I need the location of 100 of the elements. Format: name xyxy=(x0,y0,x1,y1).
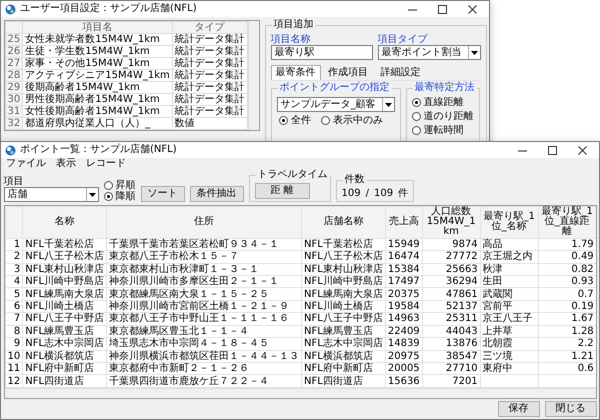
radio-label: 直線距離 xyxy=(424,97,464,108)
app-icon xyxy=(5,4,16,14)
radio-button[interactable] xyxy=(412,98,421,108)
menu-item[interactable]: レコード xyxy=(86,158,126,170)
item-name-cell: 女性後期高齢者15M4W_1km xyxy=(22,105,172,117)
name-field[interactable]: 最寄り駅 xyxy=(270,45,372,60)
toolbar-button[interactable]: ソート xyxy=(140,186,184,202)
table-cell: 1.79 xyxy=(538,238,596,251)
table-cell: NFL千葉若松店 xyxy=(22,238,107,251)
window-title: ユーザー項目設定：サンプル店舗(NFL) xyxy=(20,3,198,15)
table-cell: 52137 xyxy=(422,300,480,313)
maximize-icon[interactable] xyxy=(548,146,556,154)
column-header: 人口総数15M4W_1km xyxy=(422,206,480,238)
item-type-cell: 統計データ集計 xyxy=(172,105,248,117)
radio-button[interactable] xyxy=(321,116,330,125)
item-type-cell: 統計データ集計 xyxy=(172,69,248,81)
point-group-dropdown[interactable]: サンプルデータ_顧客 xyxy=(276,97,395,112)
footer-button[interactable]: 閉じる xyxy=(544,401,596,417)
table-cell: 38547 xyxy=(422,350,480,363)
column-header: 最寄り駅_1位_名称 xyxy=(480,206,538,238)
table-cell: 東京都練馬区豊玉北１－１－４ xyxy=(106,325,302,338)
row-number: 30 xyxy=(5,93,23,105)
scrollbar[interactable] xyxy=(248,20,259,130)
shown-count: 109 xyxy=(342,188,361,199)
row-number: 1 xyxy=(5,238,23,251)
table-cell: NFL練馬豊玉店 xyxy=(302,325,386,338)
close-icon[interactable] xyxy=(578,146,586,154)
row-number: 9 xyxy=(5,338,23,350)
item-name-cell: 女性未就学者数15M4W_1km xyxy=(22,33,172,45)
tab[interactable]: 詳細設定 xyxy=(376,65,426,80)
table-cell: NFL川崎中野島店 xyxy=(22,275,107,288)
table-cell: 22409 xyxy=(385,325,422,338)
item-name-cell: 後期高齢者15M4W_1km xyxy=(22,81,172,93)
caret-icon xyxy=(470,50,478,54)
radio-button[interactable] xyxy=(104,181,112,190)
table-cell: 埼玉県志木市中宗岡４－１８－４５ xyxy=(106,338,302,350)
table-cell: 0.82 xyxy=(538,263,596,276)
item-type-cell: 統計データ集計 xyxy=(172,33,248,45)
table-cell: 東京都府中市新町２－１－２６ xyxy=(106,362,302,375)
group-title: 最寄特定方法 xyxy=(412,82,477,94)
table-cell: NFL川崎中野島店 xyxy=(302,275,386,288)
table-cell: NFL八王子中野店 xyxy=(302,312,386,326)
table-cell: 27710 xyxy=(422,362,480,375)
radio-button[interactable] xyxy=(104,192,112,201)
table-cell: 20975 xyxy=(385,350,422,363)
toolbar-button[interactable]: 条件抽出 xyxy=(190,186,244,202)
maximize-icon[interactable] xyxy=(438,4,446,14)
table-cell: 宮前平 xyxy=(480,300,538,313)
radio-label: 道のり距離 xyxy=(424,111,474,122)
table-cell: 0.49 xyxy=(538,250,596,264)
table-cell: NFL練馬南大泉店 xyxy=(302,288,386,300)
table-cell: 27772 xyxy=(422,250,480,264)
radio-button[interactable] xyxy=(279,116,288,125)
table-cell: 15949 xyxy=(385,238,422,251)
type-dropdown[interactable]: 最寄ポイント割当 xyxy=(378,45,480,60)
table-cell: 神奈川県川崎市宮前区土橋１－２１－９ xyxy=(106,300,302,313)
table-cell: 25663 xyxy=(422,263,480,276)
table-cell: NFL川崎土橋店 xyxy=(302,300,386,313)
caret-icon xyxy=(88,192,96,196)
table-cell: 秋津 xyxy=(480,263,538,276)
table-cell: 47861 xyxy=(422,288,480,300)
footer-button[interactable]: 保存 xyxy=(498,401,540,417)
table-cell: NFL東村山秋津店 xyxy=(22,263,107,276)
menu-item[interactable]: ファイル xyxy=(6,158,46,170)
row-number: 3 xyxy=(5,263,23,276)
table-cell: 13876 xyxy=(422,338,480,350)
tab[interactable]: 作成項目 xyxy=(323,65,374,80)
total-count: 109 xyxy=(374,188,394,199)
row-number: 5 xyxy=(5,288,23,300)
table-cell: 14963 xyxy=(385,312,422,326)
tab[interactable]: 最寄条件 xyxy=(270,65,321,80)
table-cell: 1.21 xyxy=(538,350,596,363)
menu-item[interactable]: 表示 xyxy=(56,158,76,170)
table-cell: 高品 xyxy=(480,238,538,251)
radio-label: 降順 xyxy=(116,191,136,202)
radio-button[interactable] xyxy=(412,112,421,122)
app-icon xyxy=(5,144,16,156)
table-cell: 44043 xyxy=(422,325,480,338)
row-number: 4 xyxy=(5,275,23,288)
table-cell: 36294 xyxy=(422,275,480,288)
table-cell: 19584 xyxy=(385,300,422,313)
row-number: 10 xyxy=(5,350,23,363)
table-cell: NFL東村山秋津店 xyxy=(302,263,386,276)
table-cell: NFL八王子松木店 xyxy=(22,250,107,264)
table-cell: NFL志木中宗岡店 xyxy=(22,338,107,350)
item-name-cell: 男性後期高齢者15M4W_1km xyxy=(22,93,172,105)
table-cell: 20005 xyxy=(385,362,422,375)
table-cell: NFL志木中宗岡店 xyxy=(302,338,386,350)
item-name-cell: 都道府県内従業人口（人）_ xyxy=(22,117,172,129)
table-cell: 三ツ境 xyxy=(480,350,538,363)
field-label: 項目タイプ xyxy=(378,34,429,45)
table-cell: 東京都東村山市秋津町１－３－１ xyxy=(106,263,302,276)
row-number: 2 xyxy=(5,250,23,264)
travel-time-button[interactable]: 距 離 xyxy=(254,183,310,199)
horizontal-scrollbar[interactable] xyxy=(4,388,596,398)
radio-button[interactable] xyxy=(412,126,421,136)
table-cell: 東京都練馬区南大泉１－１５－２５ xyxy=(106,288,302,300)
close-icon[interactable] xyxy=(468,4,476,14)
field-dropdown[interactable]: 店舗 xyxy=(4,187,98,202)
item-name-cell: 生徒・学生数15M4W_1km xyxy=(22,45,172,57)
